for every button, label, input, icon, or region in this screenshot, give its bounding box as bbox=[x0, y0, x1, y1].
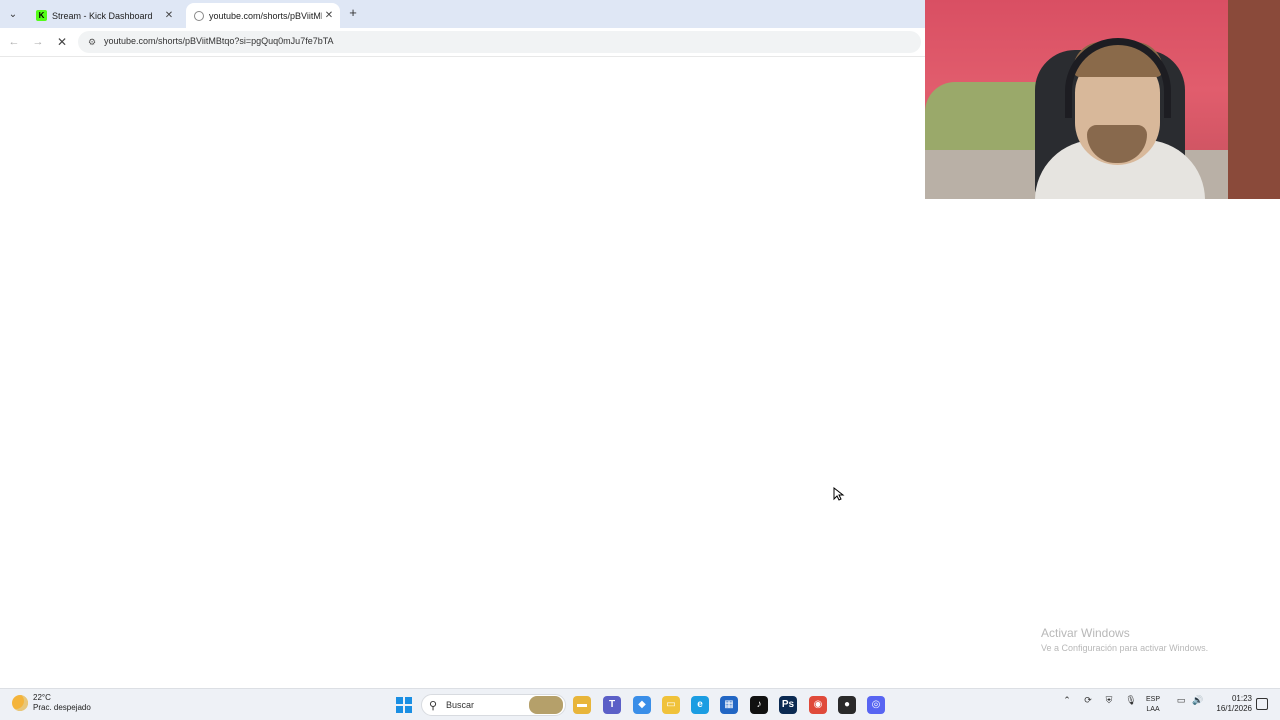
tab-search-menu-button[interactable]: ⌄ bbox=[4, 5, 22, 23]
discord-icon[interactable]: ◎ bbox=[867, 696, 885, 714]
tab-kick-dashboard[interactable]: K Stream - Kick Dashboard ✕ bbox=[28, 3, 180, 28]
forward-button[interactable]: → bbox=[30, 34, 46, 50]
folder-icon[interactable]: ▭ bbox=[662, 696, 680, 714]
screen: ⌄ K Stream - Kick Dashboard ✕ youtube.co… bbox=[0, 0, 1280, 720]
close-tab-icon[interactable]: ✕ bbox=[322, 10, 336, 21]
keyboard-layout: LAA bbox=[1146, 706, 1160, 713]
microphone-icon[interactable]: 🎙 bbox=[1124, 695, 1138, 706]
tab-strip: ⌄ K Stream - Kick Dashboard ✕ youtube.co… bbox=[0, 0, 925, 28]
chrome-icon[interactable]: ◉ bbox=[809, 696, 827, 714]
photoshop-icon[interactable]: Ps bbox=[779, 696, 797, 714]
search-highlight-image bbox=[529, 696, 563, 714]
weather-desc: Prac. despejado bbox=[33, 703, 91, 712]
teams-icon[interactable]: T bbox=[603, 696, 621, 714]
stop-loading-button[interactable]: ✕ bbox=[54, 34, 70, 50]
url-text[interactable]: youtube.com/shorts/pBViitMBtqo?si=pgQuq0… bbox=[104, 36, 334, 46]
weather-widget[interactable]: 22°C Prac. despejado bbox=[12, 693, 91, 713]
webcam-overlay bbox=[925, 0, 1280, 199]
store-icon[interactable]: ▦ bbox=[720, 696, 738, 714]
copilot-icon[interactable]: ◆ bbox=[633, 696, 651, 714]
weather-temp: 22°C bbox=[33, 693, 51, 702]
browser-toolbar: ← → ✕ ⚙ youtube.com/shorts/pBViitMBtqo?s… bbox=[0, 28, 925, 57]
clock[interactable]: 01:23 16/1/2026 bbox=[1206, 694, 1252, 714]
loading-icon bbox=[194, 10, 204, 21]
address-bar[interactable]: ⚙ youtube.com/shorts/pBViitMBtqo?si=pgQu… bbox=[78, 31, 921, 53]
volume-icon[interactable]: 🔊 bbox=[1191, 695, 1205, 706]
activate-windows-watermark: Activar Windows Ve a Configuración para … bbox=[1041, 626, 1208, 653]
weather-sun-icon bbox=[12, 695, 28, 711]
kick-icon: K bbox=[36, 10, 47, 21]
notifications-icon[interactable] bbox=[1256, 698, 1268, 710]
file-explorer-icon[interactable]: ▬ bbox=[573, 696, 591, 714]
display-icon[interactable]: ▭ bbox=[1174, 695, 1188, 706]
close-tab-icon[interactable]: ✕ bbox=[162, 10, 176, 21]
weather-text: 22°C Prac. despejado bbox=[33, 693, 91, 713]
obs-icon[interactable]: ● bbox=[838, 696, 856, 714]
language-code: ESP bbox=[1146, 696, 1161, 703]
site-info-icon[interactable]: ⚙ bbox=[86, 36, 98, 48]
watermark-title: Activar Windows bbox=[1041, 626, 1130, 640]
sync-icon[interactable]: ⟳ bbox=[1081, 695, 1095, 706]
taskbar-search-box[interactable]: ⚲ Buscar bbox=[421, 694, 566, 716]
tab-youtube-shorts[interactable]: youtube.com/shorts/pBViitMBt ✕ bbox=[186, 3, 340, 28]
clock-date: 16/1/2026 bbox=[1216, 704, 1252, 713]
search-label: Buscar bbox=[446, 700, 475, 710]
clock-time: 01:23 bbox=[1231, 694, 1252, 703]
search-icon: ⚲ bbox=[429, 700, 438, 712]
back-button[interactable]: ← bbox=[6, 34, 22, 50]
start-button-windows-icon[interactable] bbox=[396, 697, 412, 713]
edge-icon[interactable]: e bbox=[691, 696, 709, 714]
input-language[interactable]: ESP LAA bbox=[1146, 695, 1160, 715]
show-hidden-icons[interactable]: ⌃ bbox=[1060, 695, 1074, 706]
mouse-cursor-icon bbox=[833, 487, 845, 501]
tiktok-icon[interactable]: ♪ bbox=[750, 696, 768, 714]
tab-title: youtube.com/shorts/pBViitMBt bbox=[209, 10, 322, 21]
watermark-subtitle: Ve a Configuración para activar Windows. bbox=[1041, 643, 1209, 653]
taskbar: 22°C Prac. despejado ⚲ Buscar ▬ T ◆ ▭ e ▦ ♪ Ps ◉… bbox=[0, 688, 1280, 720]
webcam-door bbox=[1228, 0, 1280, 199]
tab-title: Stream - Kick Dashboard bbox=[52, 10, 153, 21]
new-tab-button[interactable]: + bbox=[346, 5, 360, 21]
network-shield-icon[interactable]: ⛨ bbox=[1102, 695, 1116, 706]
